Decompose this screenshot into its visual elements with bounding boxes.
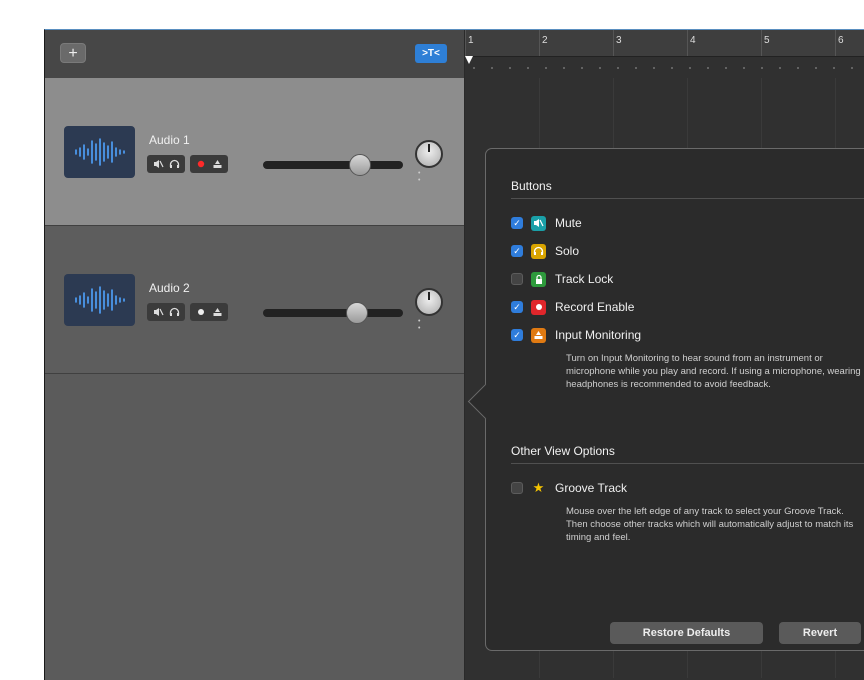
option-label: Record Enable <box>555 300 635 314</box>
record-monitor-group <box>190 155 228 173</box>
option-groove-track[interactable]: ★ Groove Track <box>511 479 627 497</box>
mute-solo-group <box>147 303 185 321</box>
section-divider <box>511 198 864 199</box>
ruler-tick <box>465 30 466 56</box>
option-input-monitoring[interactable]: ✓ Input Monitoring <box>511 326 641 344</box>
volume-slider-handle[interactable] <box>345 302 368 324</box>
volume-slider-handle[interactable] <box>349 154 372 176</box>
option-track-lock[interactable]: Track Lock <box>511 270 613 288</box>
solo-checkbox[interactable]: ✓ <box>511 245 523 257</box>
add-track-button[interactable]: + <box>60 43 86 63</box>
ruler-tick <box>761 30 762 56</box>
ruler-tick <box>539 30 540 56</box>
volume-slider[interactable] <box>263 154 403 176</box>
groove-track-checkbox[interactable] <box>511 482 523 494</box>
option-label: Solo <box>555 244 580 258</box>
record-enable-button[interactable] <box>195 306 207 318</box>
pan-knob-ticks: • • <box>418 170 435 184</box>
track-name[interactable]: Audio 2 <box>149 281 190 295</box>
track-header-toolbar: + >T< <box>45 30 464 79</box>
solo-headphones-button[interactable] <box>168 306 180 318</box>
input-monitoring-help-text: Turn on Input Monitoring to hear sound f… <box>566 353 861 390</box>
beat-grid-dots <box>465 67 864 69</box>
record-monitor-group <box>190 303 228 321</box>
option-label: Input Monitoring <box>555 328 642 342</box>
input-monitoring-button[interactable] <box>211 306 223 318</box>
headphones-icon <box>531 243 546 259</box>
groove-track-help-text: Mouse over the left edge of any track to… <box>566 506 854 543</box>
mute-solo-group <box>147 155 185 173</box>
ruler-tick <box>687 30 688 56</box>
ruler-bar-number: 1 <box>468 35 474 46</box>
input-monitoring-button[interactable] <box>211 158 223 170</box>
ruler-tick <box>613 30 614 56</box>
pan-knob[interactable] <box>415 288 443 316</box>
solo-headphones-button[interactable] <box>168 158 180 170</box>
section-divider <box>511 463 864 464</box>
mute-checkbox[interactable]: ✓ <box>511 217 523 229</box>
ruler-bar-number: 4 <box>690 35 696 46</box>
pan-knob[interactable] <box>415 140 443 168</box>
lock-icon <box>531 271 546 287</box>
record-icon <box>531 299 546 315</box>
option-label: Track Lock <box>555 272 614 286</box>
input-monitor-icon <box>531 327 546 343</box>
ruler-bar-number: 6 <box>838 35 844 46</box>
ruler-tick <box>835 30 836 56</box>
track-header-panel: + >T< Audio 1 • • Audio 2 • • <box>45 30 464 680</box>
option-record-enable[interactable]: ✓ Record Enable <box>511 298 634 316</box>
mute-icon <box>531 215 546 231</box>
track-buttons <box>147 303 228 321</box>
bar-ruler[interactable]: 1 2 3 4 5 6 <box>465 30 864 57</box>
track-row-audio-2[interactable]: Audio 2 • • <box>45 226 464 374</box>
ruler-bar-number: 2 <box>542 35 548 46</box>
record-enable-button[interactable] <box>195 158 207 170</box>
option-label: Mute <box>555 216 582 230</box>
track-lock-checkbox[interactable] <box>511 273 523 285</box>
track-buttons <box>147 155 228 173</box>
restore-defaults-button[interactable]: Restore Defaults <box>610 622 763 644</box>
track-row-audio-1[interactable]: Audio 1 • • <box>45 78 464 226</box>
mute-button[interactable] <box>152 306 164 318</box>
option-mute[interactable]: ✓ Mute <box>511 214 582 232</box>
waveform-icon <box>64 126 135 178</box>
buttons-section-title: Buttons <box>511 179 552 193</box>
playhead[interactable] <box>465 56 473 64</box>
option-solo[interactable]: ✓ Solo <box>511 242 579 260</box>
other-view-options-title: Other View Options <box>511 444 615 458</box>
garageband-window: + >T< Audio 1 • • Audio 2 • • 1 2 3 4 5 … <box>44 29 864 680</box>
waveform-icon <box>64 274 135 326</box>
record-enable-checkbox[interactable]: ✓ <box>511 301 523 313</box>
ruler-bar-number: 5 <box>764 35 770 46</box>
ruler-bar-number: 3 <box>616 35 622 46</box>
option-label: Groove Track <box>555 481 628 495</box>
pan-knob-ticks: • • <box>418 318 435 332</box>
volume-slider[interactable] <box>263 302 403 324</box>
star-icon: ★ <box>532 480 545 495</box>
catch-playhead-button[interactable]: >T< <box>415 44 447 63</box>
track-name[interactable]: Audio 1 <box>149 133 190 147</box>
mute-button[interactable] <box>152 158 164 170</box>
track-header-config-popover: Buttons ✓ Mute ✓ Solo Track Lock ✓ Recor… <box>467 148 864 651</box>
revert-button[interactable]: Revert <box>779 622 861 644</box>
input-monitoring-checkbox[interactable]: ✓ <box>511 329 523 341</box>
